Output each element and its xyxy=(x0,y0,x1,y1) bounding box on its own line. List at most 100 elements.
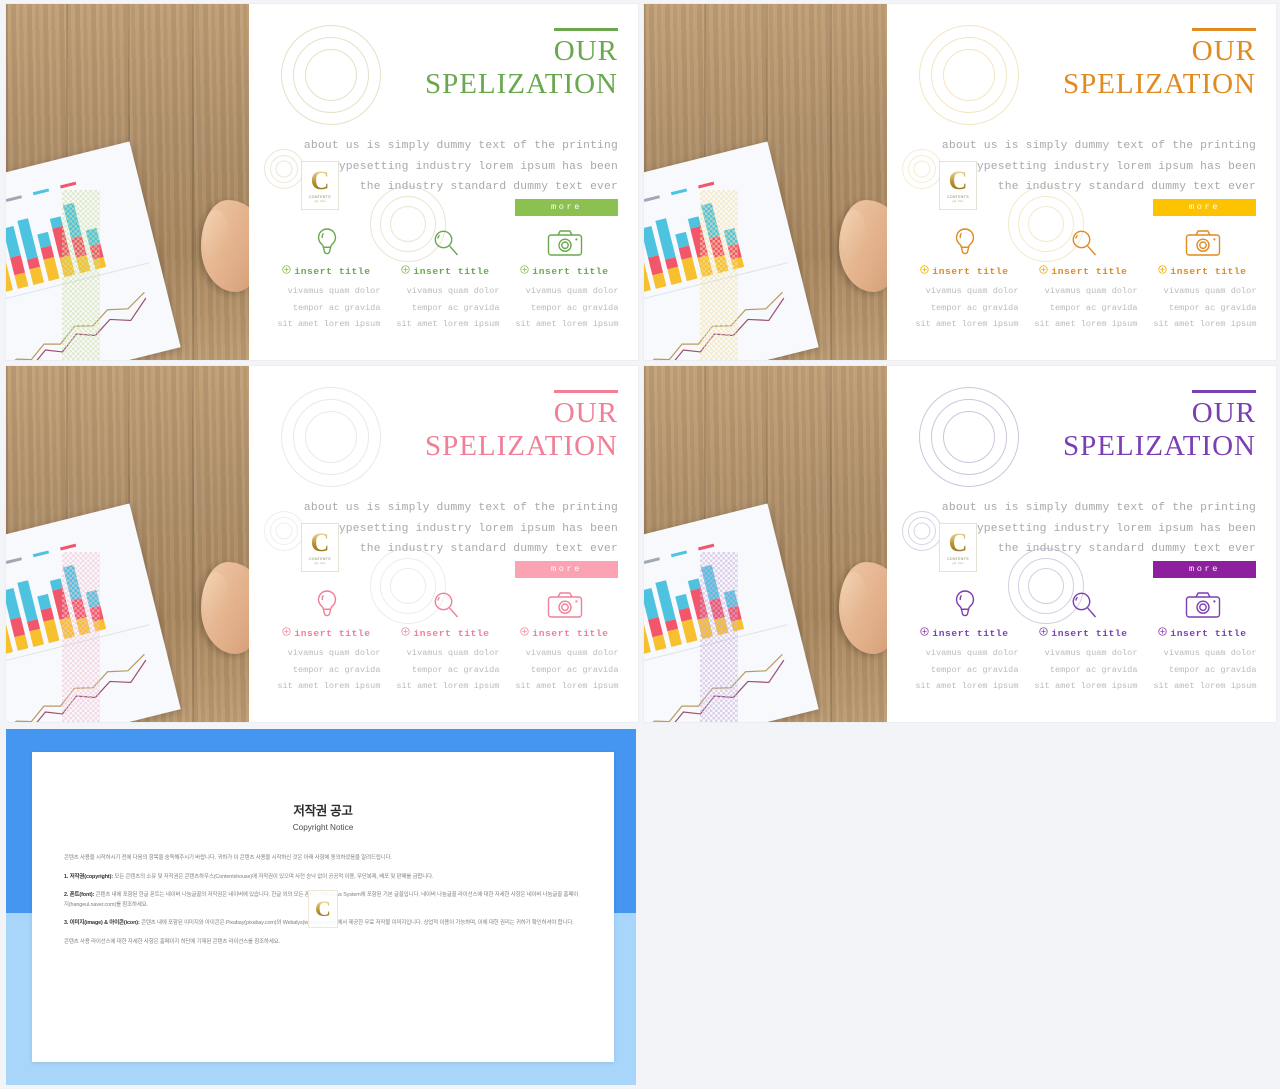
camera-icon[interactable] xyxy=(1185,226,1221,260)
headline-rule xyxy=(554,390,618,393)
feature-title[interactable]: insert title xyxy=(1039,265,1127,277)
watermark-logo: C CONTENTS ppt · form xyxy=(939,523,977,572)
feature-description: vivamus quam dolor tempor ac gravida sit… xyxy=(915,648,1019,692)
slide-green[interactable]: OUR SPELIZATION about us is simply dummy t… xyxy=(6,4,638,360)
camera-icon[interactable] xyxy=(547,226,583,260)
plus-circle-icon xyxy=(520,265,530,277)
feature-title[interactable]: insert title xyxy=(920,627,1008,639)
slide-orange[interactable]: OUR SPELIZATION about us is simply dummy t… xyxy=(644,4,1276,360)
feature-title[interactable]: insert title xyxy=(401,265,489,277)
lightbulb-icon[interactable] xyxy=(952,226,978,260)
feature-title[interactable]: insert title xyxy=(1158,265,1246,277)
plus-circle-icon xyxy=(1158,265,1168,277)
feature-column: insert title vivamus quam dolor tempor ac… xyxy=(1024,226,1143,333)
decor-rings xyxy=(281,387,381,487)
photo-wood-table xyxy=(644,366,887,722)
headline-line-2: SPELIZATION xyxy=(424,430,618,463)
watermark-text: CONTENTS xyxy=(947,194,969,199)
headline-rule xyxy=(554,28,618,31)
more-button-row: more xyxy=(1153,561,1256,578)
chart-bar-segment xyxy=(644,588,659,620)
more-button[interactable]: more xyxy=(1153,199,1256,216)
lightbulb-icon[interactable] xyxy=(314,226,340,260)
decor-rings xyxy=(919,387,1019,487)
chart-bar-segment xyxy=(6,226,21,258)
headline-line-1: OUR xyxy=(1191,397,1256,429)
copyright-sheet: 저작권 공고 Copyright Notice 콘텐츠 사용을 시작하시기 전에… xyxy=(32,752,614,1062)
more-button[interactable]: more xyxy=(515,199,618,216)
more-button-row: more xyxy=(1153,199,1256,216)
more-button-row: more xyxy=(515,561,618,578)
more-button[interactable]: more xyxy=(1153,561,1256,578)
feature-title[interactable]: insert title xyxy=(920,265,1008,277)
watermark-text: CONTENTS xyxy=(309,194,331,199)
copyright-subtitle: Copyright Notice xyxy=(292,823,354,832)
feature-description: vivamus quam dolor tempor ac gravida sit… xyxy=(1153,648,1257,692)
camera-icon[interactable] xyxy=(547,588,583,622)
feature-description: vivamus quam dolor tempor ac gravida sit… xyxy=(1034,286,1138,330)
plus-circle-icon xyxy=(282,627,292,639)
feature-description: vivamus quam dolor tempor ac gravida sit… xyxy=(277,286,381,330)
slide-board: OUR SPELIZATION about us is simply dummy t… xyxy=(0,0,1280,1089)
copyright-paragraph: 콘텐츠 사용을 시작하시기 전에 다음의 항목을 숭독해주시기 바랍니다. 귀하… xyxy=(64,855,392,861)
watermark-logo: C CONTENTS ppt · form xyxy=(939,161,977,210)
headline-block: OUR SPELIZATION xyxy=(1063,390,1256,466)
plus-circle-icon xyxy=(520,627,530,639)
lightbulb-icon[interactable] xyxy=(314,588,340,622)
watermark-text: CONTENTS xyxy=(309,556,331,561)
photo-wood-table xyxy=(644,4,887,360)
feature-title[interactable]: insert title xyxy=(282,627,370,639)
chart-bar-segment xyxy=(29,266,44,285)
plus-circle-icon xyxy=(920,627,930,639)
lightbulb-icon[interactable] xyxy=(952,588,978,622)
feature-description: vivamus quam dolor tempor ac gravida sit… xyxy=(515,648,619,692)
photo-wood-table xyxy=(6,366,249,722)
slide-content: OUR SPELIZATION about us is simply dummy t… xyxy=(249,366,638,722)
slide-content: OUR SPELIZATION about us is simply dummy t… xyxy=(887,366,1276,722)
chart-bar-segment xyxy=(43,257,60,282)
search-icon[interactable] xyxy=(1069,226,1099,260)
plus-circle-icon xyxy=(1039,627,1049,639)
feature-column: insert title vivamus quam dolor tempor ac… xyxy=(505,226,624,333)
feature-title-label: insert title xyxy=(932,627,1009,639)
body-paragraph: about us is simply dummy text of the pri… xyxy=(941,502,1256,556)
plus-circle-icon xyxy=(1039,265,1049,277)
feature-title-label: insert title xyxy=(532,627,609,639)
feature-column: insert title vivamus quam dolor tempor ac… xyxy=(386,226,505,333)
feature-title[interactable]: insert title xyxy=(520,265,608,277)
accent-pattern-strip xyxy=(700,552,738,722)
feature-row: insert title vivamus quam dolor tempor ac… xyxy=(905,226,1262,333)
more-button[interactable]: more xyxy=(515,561,618,578)
feature-column: insert title vivamus quam dolor tempor ac… xyxy=(905,588,1024,695)
feature-description: vivamus quam dolor tempor ac gravida sit… xyxy=(1034,648,1138,692)
body-paragraph: about us is simply dummy text of the pri… xyxy=(303,140,618,194)
feature-title[interactable]: insert title xyxy=(401,627,489,639)
feature-title-label: insert title xyxy=(932,265,1009,277)
search-icon[interactable] xyxy=(1069,588,1099,622)
plus-circle-icon xyxy=(1158,627,1168,639)
feature-title[interactable]: insert title xyxy=(520,627,608,639)
decor-rings xyxy=(919,25,1019,125)
feature-title[interactable]: insert title xyxy=(1158,627,1246,639)
feature-title[interactable]: insert title xyxy=(1039,627,1127,639)
headline-line-2: SPELIZATION xyxy=(1062,430,1256,463)
chart-bar-segment xyxy=(43,619,60,644)
search-icon[interactable] xyxy=(431,588,461,622)
slide-pink[interactable]: OUR SPELIZATION about us is simply dummy t… xyxy=(6,366,638,722)
watermark-logo: C CONTENTS ppt · form xyxy=(301,161,339,210)
plus-circle-icon xyxy=(401,627,411,639)
search-icon[interactable] xyxy=(431,226,461,260)
camera-icon[interactable] xyxy=(1185,588,1221,622)
feature-title[interactable]: insert title xyxy=(282,265,370,277)
watermark-logo: C CONTENTS ppt · form xyxy=(301,523,339,572)
decor-rings xyxy=(281,25,381,125)
chart-bar-segment xyxy=(644,226,659,258)
plus-circle-icon xyxy=(920,265,930,277)
feature-title-label: insert title xyxy=(1051,265,1128,277)
chart-bar-segment xyxy=(6,588,21,620)
slide-purple[interactable]: OUR SPELIZATION about us is simply dummy t… xyxy=(644,366,1276,722)
headline-rule xyxy=(1192,28,1256,31)
headline-block: OUR SPELIZATION xyxy=(425,390,618,466)
feature-title-label: insert title xyxy=(1170,627,1247,639)
feature-title-label: insert title xyxy=(1170,265,1247,277)
